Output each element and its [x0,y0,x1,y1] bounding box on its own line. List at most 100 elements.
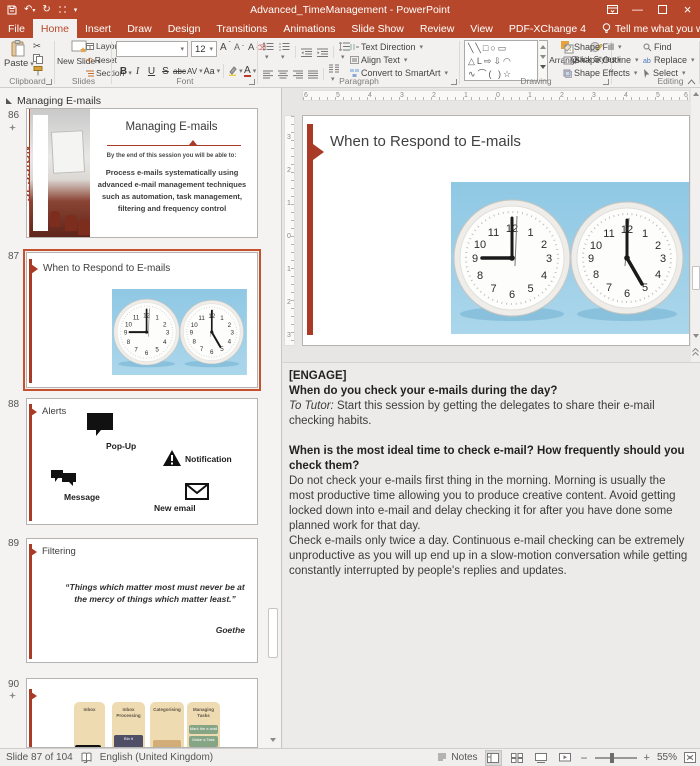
tab-transitions[interactable]: Transitions [208,19,275,38]
ribbon-display-options-icon[interactable] [600,0,625,19]
align-text-label: Align Text [361,55,400,65]
thumbnail-slide-88[interactable]: Alerts Pop-Up Notification Message New e… [26,398,258,525]
shape-outline-button[interactable]: Shape Outline [563,55,639,65]
tab-draw[interactable]: Draw [119,19,160,38]
tab-slide-show[interactable]: Slide Show [343,19,412,38]
zoom-slider-thumb[interactable] [609,752,614,763]
fit-to-window-icon[interactable] [684,752,696,763]
paste-label: Paste [4,58,34,69]
new-email-label: New email [154,503,196,513]
font-size-combo[interactable]: 12 [191,41,217,57]
shapes-gallery[interactable]: ╲╲□○▭ △L⇨⇩◠ ∿⌒( )☆ [464,40,538,81]
thumbnail-scrollbar-thumb[interactable] [268,608,278,658]
message-label: Message [64,492,100,502]
slide-canvas[interactable]: When to Respond to E-mails 1212345678910… [302,115,690,346]
quick-access-toolbar: ↶▾ ↻ ▾ [0,4,77,15]
tab-design[interactable]: Design [160,19,209,38]
zoom-in-icon[interactable]: + [644,752,650,764]
clock-nine-oclock: 121234567891011 [453,199,571,317]
thumbnail-slide-90[interactable]: Inbox Inbox Processing Categorising Mana… [26,678,258,748]
start-slideshow-icon[interactable] [58,5,67,14]
thumbnail-slide-89[interactable]: Filtering “Things which matter most must… [26,538,258,663]
tab-animations[interactable]: Animations [275,19,343,38]
text-direction-button[interactable]: Text Direction [350,42,423,52]
tab-insert[interactable]: Insert [77,19,119,38]
main-scrollbar-thumb[interactable] [691,266,700,290]
align-text-button[interactable]: Align Text [350,55,407,65]
zoom-slider[interactable] [594,752,637,763]
tab-file[interactable]: File [0,19,33,38]
increase-font-icon[interactable]: Aˆ [220,42,231,54]
shape-effects-button[interactable]: Shape Effects [563,68,637,78]
shape-style-column: Shape Fill Shape Outline Shape Effects [563,38,641,87]
group-label-slides: Slides [71,76,96,86]
font-name-combo[interactable] [116,41,188,57]
normal-view-icon[interactable] [484,749,502,766]
redo-icon[interactable]: ↻ [42,4,50,15]
section-header[interactable]: Managing E-mails [6,95,101,107]
spellcheck-icon[interactable] [81,752,92,763]
notes-tutor-text: Start this session by getting the delega… [289,400,655,427]
notes-body-1: Do not check your e-mails first thing in… [289,475,676,532]
slideshow-view-icon[interactable] [557,750,574,766]
slide-sorter-view-icon[interactable] [509,750,526,766]
font-dialog-launcher[interactable] [249,79,255,85]
clocks-image[interactable]: 121234567891011 121234567891011 [451,182,689,334]
slide-title[interactable]: When to Respond to E-mails [330,133,521,150]
shape-effects-label: Shape Effects [574,68,630,78]
thumbnail-slide-87-selected[interactable]: When to Respond to E-mails 1212345678910… [23,249,261,391]
close-button[interactable]: × [675,0,700,19]
thumb-86-animation-icon[interactable] [9,124,16,131]
maximize-button[interactable] [650,0,675,19]
collapse-ribbon-icon[interactable] [687,79,696,85]
language-indicator[interactable]: English (United Kingdom) [100,752,213,763]
undo-icon[interactable]: ↶▾ [24,4,35,15]
thumb-90-animation-icon[interactable] [9,692,16,699]
copy-icon[interactable] [33,54,43,64]
zoom-out-icon[interactable]: − [581,751,588,765]
box-make-task: Make a Task [189,736,218,747]
scroll-down-icon[interactable] [691,330,700,341]
paragraph-dialog-launcher[interactable] [451,79,457,85]
tab-home[interactable]: Home [32,19,77,38]
bullets-icon[interactable] [263,42,274,62]
previous-slide-icon[interactable] [691,346,700,357]
minimize-button[interactable]: — [625,0,650,19]
line-spacing-icon[interactable] [339,42,350,62]
numbering-icon[interactable] [279,42,290,62]
cut-icon[interactable]: ✂ [33,41,41,52]
notes-tutor-prefix: To Tutor: [289,400,334,412]
session-label: SESSION [26,145,33,201]
reading-view-icon[interactable] [533,750,550,766]
group-paragraph: Text Direction Align Text Convert to Sma… [258,38,460,87]
notes-toggle-button[interactable]: Notes [437,752,478,763]
scroll-up-icon[interactable] [691,88,700,99]
paste-button[interactable]: Paste [4,40,34,69]
notes-pane[interactable]: [ENGAGE] When do you check your e-mails … [283,362,700,748]
shape-fill-button[interactable]: Shape Fill [563,42,622,52]
envelope-icon [185,483,209,500]
tab-review[interactable]: Review [412,19,462,38]
thumb-87-number: 87 [8,251,20,262]
thumbnail-scroll-down-icon[interactable] [267,734,279,746]
clipboard-dialog-launcher[interactable] [46,79,52,85]
qat-customize-icon[interactable]: ▾ [74,6,78,14]
horizontal-ruler: 6543210123456 [302,90,690,101]
slide-number-indicator[interactable]: Slide 87 of 104 [6,752,73,763]
replace-label: Replace [654,55,688,65]
zoom-level[interactable]: 55% [657,752,677,763]
increase-indent-icon[interactable] [317,48,328,57]
box-folder [153,740,181,747]
thumb-89-quote: “Things which matter most must never be … [65,582,245,604]
find-button[interactable]: Find [643,42,672,52]
save-icon[interactable] [7,5,17,15]
format-painter-icon[interactable] [33,66,43,76]
decrease-indent-icon[interactable] [301,48,312,57]
thumbnail-slide-86[interactable]: SESSION Managing E-mails By the end of t… [26,108,258,238]
replace-button[interactable]: ab Replace [643,55,695,65]
decrease-font-icon[interactable]: Aˇ [234,42,244,52]
tab-pdf-xchange[interactable]: PDF-XChange 4 [501,19,594,38]
shapes-gallery-scroll[interactable] [539,40,548,81]
tab-view[interactable]: View [462,19,501,38]
tell-me-box[interactable]: Tell me what you want to do [594,19,700,38]
